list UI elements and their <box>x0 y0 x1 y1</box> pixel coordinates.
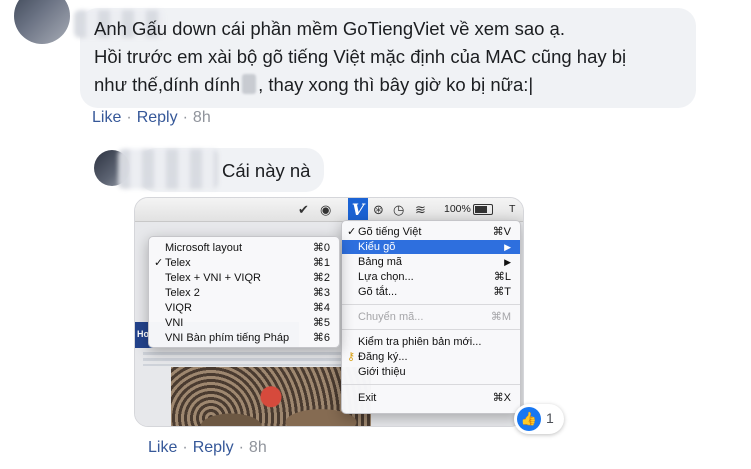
mac-menu-bar: ✔ ◉ V ⊛ ◷ ≋ 100% T <box>135 198 523 222</box>
like-link[interactable]: Like <box>148 439 177 456</box>
menu-separator <box>342 304 520 305</box>
redacted-word <box>242 74 257 94</box>
reply-actions: Like · Reply · 8h <box>148 439 267 456</box>
menubar-edge-text: T <box>509 203 516 215</box>
key-icon: ⚷ <box>347 351 356 363</box>
submenu-item-microsoft-layout[interactable]: Microsoft layout ⌘0 <box>149 241 339 255</box>
comment-line: Anh Gấu down cái phần mềm GoTiengViet về… <box>94 18 565 39</box>
battery-icon <box>473 204 493 215</box>
redacted-reply-name <box>118 149 218 189</box>
cloud-icon: ◉ <box>320 202 332 217</box>
submenu-item-viqr[interactable]: VIQR ⌘4 <box>149 301 339 315</box>
comment-actions: Like · Reply · 8h <box>92 109 211 126</box>
gotiengviet-menu: ✓ Gõ tiếng Việt ⌘V Kiểu gõ ▶ Bảng mã ▶ Lựa c… <box>341 220 521 414</box>
reply-link[interactable]: Reply <box>137 109 178 126</box>
submenu-item-telex-2[interactable]: Telex 2 ⌘3 <box>149 286 339 300</box>
checkmark-icon: ✔ <box>298 202 309 217</box>
clock-icon: ◷ <box>393 202 405 217</box>
comment-text: Anh Gấu down cái phần mềm GoTiengViet về… <box>94 15 626 99</box>
kieu-go-submenu: Microsoft layout ⌘0 ✓ Telex ⌘1 Telex + VNI … <box>148 236 340 348</box>
menu-item-kiem-tra-phien-ban[interactable]: Kiểm tra phiên bản mới... <box>342 335 520 349</box>
comment-line: Hồi trước em xài bộ gõ tiếng Việt mặc đị… <box>94 46 627 67</box>
like-icon: 👍 <box>517 407 541 431</box>
menu-item-go-tieng-viet[interactable]: ✓ Gõ tiếng Việt ⌘V <box>342 225 520 239</box>
menu-separator <box>342 329 520 330</box>
menu-item-kieu-go[interactable]: Kiểu gõ ▶ <box>342 240 520 254</box>
reaction-count: 1 <box>546 410 554 426</box>
commenter-avatar[interactable] <box>14 0 70 44</box>
page-nav-strip: Ho <box>135 322 149 348</box>
sync-icon: ⊛ <box>373 202 384 217</box>
menu-item-lua-chon[interactable]: Lựa chọn... ⌘L <box>342 270 520 284</box>
timestamp[interactable]: 8h <box>249 439 267 456</box>
reply-text: Cái này nà <box>222 160 311 181</box>
submenu-item-vni[interactable]: VNI ⌘5 <box>149 316 339 330</box>
menu-item-dang-ky[interactable]: ⚷ Đăng ký... <box>342 350 520 364</box>
submenu-item-vni-french[interactable]: VNI Bàn phím tiếng Pháp ⌘6 <box>149 331 339 345</box>
page-text-lines <box>143 352 343 366</box>
checkmark-icon: ✓ <box>154 257 164 269</box>
checkmark-icon: ✓ <box>347 226 357 238</box>
menu-separator <box>342 384 520 385</box>
submenu-item-telex[interactable]: ✓ Telex ⌘1 <box>149 256 339 270</box>
menu-item-gioi-thieu[interactable]: Giới thiệu <box>342 365 520 379</box>
menu-item-go-tat[interactable]: Gõ tắt... ⌘T <box>342 285 520 299</box>
reaction-summary[interactable]: 👍 1 <box>514 404 564 434</box>
comment-line: như thế,dính dính, thay xong thì bây giờ… <box>94 74 534 95</box>
submenu-item-telex-vni-viqr[interactable]: Telex + VNI + VIQR ⌘2 <box>149 271 339 285</box>
reply-link[interactable]: Reply <box>193 439 234 456</box>
menu-item-bang-ma[interactable]: Bảng mã ▶ <box>342 255 520 269</box>
attached-screenshot[interactable]: Ho ✔ ◉ V ⊛ ◷ ≋ 100% T ✓ Gõ tiếng Việt ⌘V K… <box>134 197 524 427</box>
like-link[interactable]: Like <box>92 109 121 126</box>
wifi-icon: ≋ <box>415 202 426 217</box>
menu-item-chuyen-ma: Chuyển mã... ⌘M <box>358 311 511 323</box>
menu-item-exit[interactable]: Exit ⌘X <box>342 391 520 405</box>
timestamp[interactable]: 8h <box>193 109 211 126</box>
gotiengviet-icon[interactable]: V <box>348 198 368 222</box>
battery-percent: 100% <box>444 203 471 215</box>
